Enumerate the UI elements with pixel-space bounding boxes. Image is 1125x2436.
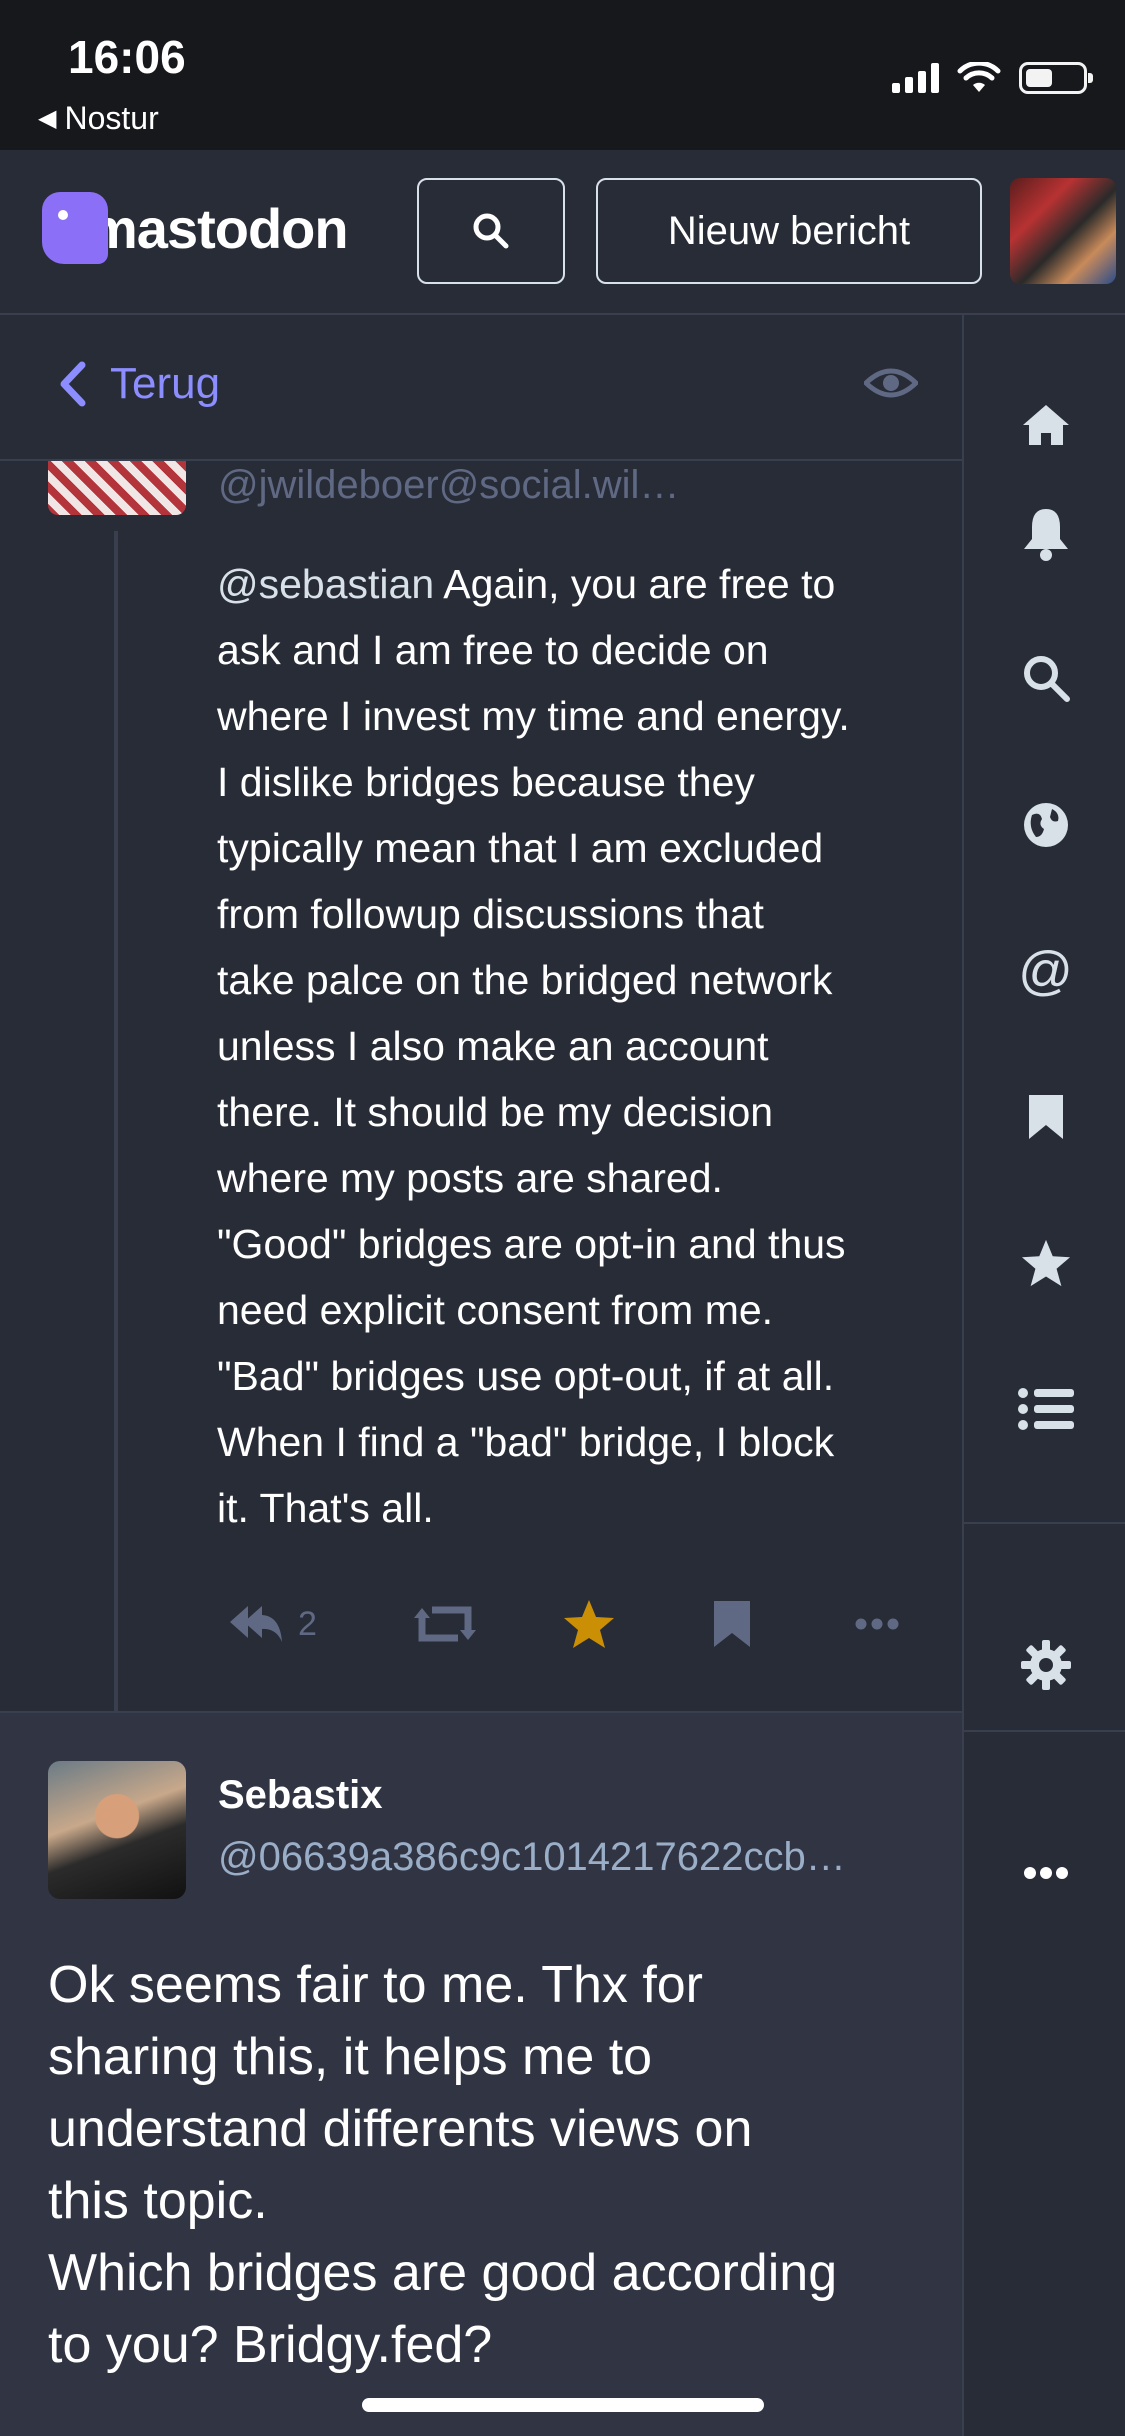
battery-icon (1019, 62, 1093, 94)
post-handle[interactable]: @06639a386c9c1014217622ccb… (218, 1835, 918, 1880)
content-line: unless I also make an account (217, 1023, 769, 1069)
content-line: understand differents views on (48, 2100, 753, 2158)
display-name[interactable]: Sebastix (218, 1773, 383, 1818)
search-icon (1023, 656, 1070, 702)
status-time: 16:06 (68, 31, 186, 83)
content-line: "Bad" bridges use opt-out, if at all. (217, 1353, 835, 1399)
top-bar: mastodon Nieuw bericht (0, 150, 1125, 315)
sidebar-divider (964, 1730, 1125, 1732)
search-icon (473, 213, 509, 249)
mention-link[interactable]: @sebastian (217, 561, 434, 607)
back-app-label: Nostur (64, 100, 159, 136)
content-line: need explicit consent from me. (217, 1287, 774, 1333)
content-line: where I invest my time and energy. (217, 693, 850, 739)
content-line: "Good" bridges are opt-in and thus (217, 1221, 846, 1267)
chevron-left-icon (60, 361, 86, 407)
back-to-app-link[interactable]: ◀ Nostur (38, 100, 159, 137)
home-icon (1022, 405, 1069, 445)
nav-bookmarks[interactable] (964, 1077, 1125, 1157)
retweet-icon (414, 1606, 476, 1642)
bell-icon (1023, 509, 1068, 561)
ellipsis-icon (855, 1618, 899, 1630)
thread-connector (114, 531, 118, 1711)
post-handle[interactable]: @jwildeboer@social.wil… (218, 463, 679, 508)
nav-search[interactable] (964, 638, 1125, 718)
more-options-button[interactable] (854, 1589, 900, 1659)
logo-text: mastodon (88, 196, 349, 260)
post-actions: 2 (222, 1589, 922, 1659)
nav-preferences[interactable] (964, 1625, 1125, 1705)
content-line: I dislike bridges because they (217, 759, 755, 805)
bookmark-icon (1028, 1095, 1063, 1139)
globe-icon (1023, 803, 1068, 847)
nav-more[interactable] (964, 1833, 1125, 1913)
bookmark-icon (714, 1601, 750, 1647)
nav-favourites[interactable] (964, 1223, 1125, 1303)
reply-count: 2 (298, 1604, 317, 1643)
reply-all-icon (230, 1606, 282, 1642)
content-line: Which bridges are good according (48, 2244, 838, 2302)
favourite-button[interactable] (562, 1589, 616, 1659)
reply-button[interactable]: 2 (226, 1589, 317, 1659)
navigation-sidebar: @ (962, 315, 1125, 2436)
back-label: Terug (110, 359, 221, 408)
eye-icon[interactable] (864, 363, 918, 403)
list-icon (1017, 1388, 1074, 1430)
content-line: ask and I am free to decide on (217, 627, 769, 673)
home-indicator[interactable] (362, 2398, 764, 2412)
back-button[interactable]: Terug (58, 359, 220, 409)
new-post-button[interactable]: Nieuw bericht (596, 178, 982, 284)
nav-explore[interactable] (964, 785, 1125, 865)
star-icon (1021, 1239, 1070, 1287)
content-line: sharing this, it helps me to (48, 2028, 653, 2086)
nav-notifications[interactable] (964, 493, 1125, 573)
post-content: Ok seems fair to me. Thx for sharing thi… (48, 1949, 928, 2381)
post-content: @sebastian Again, you are free to ask an… (217, 551, 937, 1541)
content-line: take palce on the bridged network (217, 957, 833, 1003)
content-line: to you? Bridgy.fed? (48, 2316, 493, 2374)
back-triangle-icon: ◀ (38, 105, 57, 132)
boost-button[interactable] (414, 1589, 476, 1659)
avatar[interactable] (48, 461, 186, 515)
nav-home[interactable] (964, 385, 1125, 465)
nav-mentions[interactable]: @ (964, 931, 1125, 1011)
content-line: Ok seems fair to me. Thx for (48, 1956, 704, 2014)
content-line: typically mean that I am excluded (217, 825, 824, 871)
mastodon-logo-icon (42, 192, 108, 264)
at-icon: @ (1018, 941, 1073, 1001)
gear-icon (1020, 1640, 1071, 1690)
content-line: there. It should be my decision (217, 1089, 774, 1135)
content-line: where my posts are shared. (217, 1155, 723, 1201)
bookmark-button[interactable] (712, 1589, 752, 1659)
cellular-signal-icon (892, 63, 939, 93)
star-icon (564, 1600, 614, 1648)
content-line: When I find a "bad" bridge, I block (217, 1419, 835, 1465)
status-post-jwildeboer[interactable]: @jwildeboer@social.wil… @sebastian Again… (0, 461, 962, 1711)
wifi-icon (957, 62, 1001, 92)
content-line: from followup discussions that (217, 891, 764, 937)
nav-lists[interactable] (964, 1369, 1125, 1449)
status-bar: 16:06 ◀ Nostur (0, 0, 1125, 150)
sidebar-divider (964, 1522, 1125, 1524)
search-button[interactable] (417, 178, 565, 284)
content-line: @sebastian Again, you are free to (217, 561, 836, 607)
content-line: it. That's all. (217, 1485, 434, 1531)
mastodon-logo[interactable]: mastodon (42, 192, 349, 264)
account-avatar[interactable] (1010, 178, 1116, 284)
content-line: this topic. (48, 2172, 268, 2230)
column-header: Terug (0, 315, 962, 461)
avatar[interactable] (48, 1761, 186, 1899)
status-icons (892, 62, 1093, 94)
status-post-sebastix[interactable]: Sebastix @06639a386c9c1014217622ccb… Ok … (0, 1711, 962, 2436)
more-icon (1023, 1867, 1068, 1879)
